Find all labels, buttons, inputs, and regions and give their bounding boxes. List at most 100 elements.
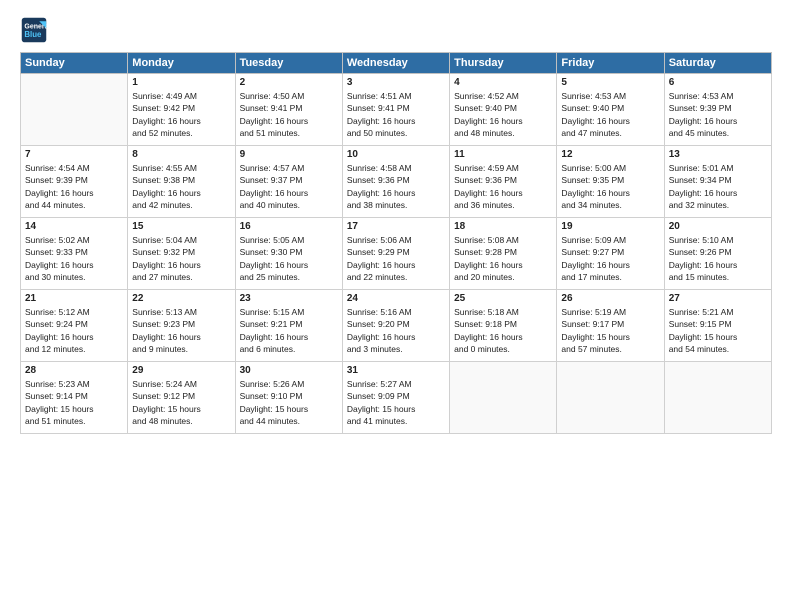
page: General Blue SundayMondayTuesdayWednesda… [0, 0, 792, 612]
day-number: 21 [25, 293, 123, 304]
calendar-cell: 12Sunrise: 5:00 AM Sunset: 9:35 PM Dayli… [557, 146, 664, 218]
day-info: Sunrise: 5:10 AM Sunset: 9:26 PM Dayligh… [669, 234, 767, 283]
day-number: 8 [132, 149, 230, 160]
calendar-cell: 10Sunrise: 4:58 AM Sunset: 9:36 PM Dayli… [342, 146, 449, 218]
calendar-cell [664, 362, 771, 434]
day-number: 7 [25, 149, 123, 160]
day-info: Sunrise: 5:15 AM Sunset: 9:21 PM Dayligh… [240, 306, 338, 355]
calendar-cell: 22 Sunrise: 5:13 AM Sunset: 9:23 PM Dayli… [128, 290, 235, 362]
day-number: 25 [454, 293, 552, 304]
day-number: 23 [240, 293, 338, 304]
day-number: 10 [347, 149, 445, 160]
calendar-cell [21, 74, 128, 146]
day-info: Sunrise: 5:19 AM Sunset: 9:17 PM Dayligh… [561, 306, 659, 355]
day-number: 1 [132, 77, 230, 88]
logo: General Blue [20, 16, 52, 44]
day-number: 4 [454, 77, 552, 88]
day-number: 15 [132, 221, 230, 232]
calendar-cell: 15 Sunrise: 5:04 AM Sunset: 9:32 PM Dayli… [128, 218, 235, 290]
calendar-cell: 9 Sunrise: 4:57 AM Sunset: 9:37 PM Daylig… [235, 146, 342, 218]
calendar-cell: 2Sunrise: 4:50 AM Sunset: 9:41 PM Daylig… [235, 74, 342, 146]
day-number: 9 [240, 149, 338, 160]
calendar-cell: 20 Sunrise: 5:10 AM Sunset: 9:26 PM Dayli… [664, 218, 771, 290]
day-info: Sunrise: 5:27 AM Sunset: 9:09 PM Dayligh… [347, 378, 445, 427]
day-info: Sunrise: 4:55 AM Sunset: 9:38 PM Dayligh… [132, 162, 230, 211]
calendar-week-4: 21 Sunrise: 5:12 AM Sunset: 9:24 PM Dayli… [21, 290, 772, 362]
calendar-cell: 28 Sunrise: 5:23 AM Sunset: 9:14 PM Dayli… [21, 362, 128, 434]
calendar-cell: 25 Sunrise: 5:18 AM Sunset: 9:18 PM Dayli… [450, 290, 557, 362]
day-info: Sunrise: 5:02 AM Sunset: 9:33 PM Dayligh… [25, 234, 123, 283]
day-number: 6 [669, 77, 767, 88]
day-number: 31 [347, 365, 445, 376]
day-info: Sunrise: 5:18 AM Sunset: 9:18 PM Dayligh… [454, 306, 552, 355]
day-number: 13 [669, 149, 767, 160]
weekday-header-row: SundayMondayTuesdayWednesdayThursdayFrid… [21, 53, 772, 74]
header: General Blue [20, 16, 772, 44]
day-info: Sunrise: 4:52 AM Sunset: 9:40 PM Dayligh… [454, 90, 552, 139]
calendar-week-3: 14 Sunrise: 5:02 AM Sunset: 9:33 PM Dayli… [21, 218, 772, 290]
day-number: 29 [132, 365, 230, 376]
day-info: Sunrise: 4:59 AM Sunset: 9:36 PM Dayligh… [454, 162, 552, 211]
calendar-cell: 17Sunrise: 5:06 AM Sunset: 9:29 PM Dayli… [342, 218, 449, 290]
calendar-cell: 30Sunrise: 5:26 AM Sunset: 9:10 PM Dayli… [235, 362, 342, 434]
day-number: 14 [25, 221, 123, 232]
weekday-header-monday: Monday [128, 53, 235, 74]
day-info: Sunrise: 5:13 AM Sunset: 9:23 PM Dayligh… [132, 306, 230, 355]
day-info: Sunrise: 5:12 AM Sunset: 9:24 PM Dayligh… [25, 306, 123, 355]
day-number: 27 [669, 293, 767, 304]
calendar-cell: 18 Sunrise: 5:08 AM Sunset: 9:28 PM Dayli… [450, 218, 557, 290]
day-info: Sunrise: 5:16 AM Sunset: 9:20 PM Dayligh… [347, 306, 445, 355]
weekday-header-tuesday: Tuesday [235, 53, 342, 74]
weekday-header-friday: Friday [557, 53, 664, 74]
calendar-cell: 8 Sunrise: 4:55 AM Sunset: 9:38 PM Daylig… [128, 146, 235, 218]
calendar-cell: 23 Sunrise: 5:15 AM Sunset: 9:21 PM Dayli… [235, 290, 342, 362]
calendar-week-2: 7 Sunrise: 4:54 AM Sunset: 9:39 PM Daylig… [21, 146, 772, 218]
weekday-header-thursday: Thursday [450, 53, 557, 74]
day-info: Sunrise: 5:04 AM Sunset: 9:32 PM Dayligh… [132, 234, 230, 283]
calendar-cell: 1 Sunrise: 4:49 AM Sunset: 9:42 PM Daylig… [128, 74, 235, 146]
day-number: 3 [347, 77, 445, 88]
day-number: 28 [25, 365, 123, 376]
calendar-cell: 14 Sunrise: 5:02 AM Sunset: 9:33 PM Dayli… [21, 218, 128, 290]
calendar-cell: 19Sunrise: 5:09 AM Sunset: 9:27 PM Dayli… [557, 218, 664, 290]
calendar-cell: 21 Sunrise: 5:12 AM Sunset: 9:24 PM Dayli… [21, 290, 128, 362]
day-info: Sunrise: 4:49 AM Sunset: 9:42 PM Dayligh… [132, 90, 230, 139]
calendar-table: SundayMondayTuesdayWednesdayThursdayFrid… [20, 52, 772, 434]
day-number: 11 [454, 149, 552, 160]
day-number: 5 [561, 77, 659, 88]
calendar-week-1: 1 Sunrise: 4:49 AM Sunset: 9:42 PM Daylig… [21, 74, 772, 146]
day-info: Sunrise: 4:53 AM Sunset: 9:39 PM Dayligh… [669, 90, 767, 139]
day-info: Sunrise: 4:51 AM Sunset: 9:41 PM Dayligh… [347, 90, 445, 139]
calendar-cell: 6 Sunrise: 4:53 AM Sunset: 9:39 PM Daylig… [664, 74, 771, 146]
day-info: Sunrise: 5:21 AM Sunset: 9:15 PM Dayligh… [669, 306, 767, 355]
calendar-cell [557, 362, 664, 434]
day-number: 16 [240, 221, 338, 232]
day-number: 30 [240, 365, 338, 376]
day-number: 20 [669, 221, 767, 232]
weekday-header-saturday: Saturday [664, 53, 771, 74]
day-number: 18 [454, 221, 552, 232]
day-info: Sunrise: 4:54 AM Sunset: 9:39 PM Dayligh… [25, 162, 123, 211]
day-number: 24 [347, 293, 445, 304]
calendar-cell: 29 Sunrise: 5:24 AM Sunset: 9:12 PM Dayli… [128, 362, 235, 434]
logo-icon: General Blue [20, 16, 48, 44]
day-info: Sunrise: 4:57 AM Sunset: 9:37 PM Dayligh… [240, 162, 338, 211]
svg-text:Blue: Blue [24, 30, 42, 39]
day-info: Sunrise: 5:24 AM Sunset: 9:12 PM Dayligh… [132, 378, 230, 427]
calendar-cell: 26 Sunrise: 5:19 AM Sunset: 9:17 PM Dayli… [557, 290, 664, 362]
calendar-cell: 16 Sunrise: 5:05 AM Sunset: 9:30 PM Dayli… [235, 218, 342, 290]
calendar-week-5: 28 Sunrise: 5:23 AM Sunset: 9:14 PM Dayli… [21, 362, 772, 434]
day-number: 2 [240, 77, 338, 88]
day-info: Sunrise: 5:05 AM Sunset: 9:30 PM Dayligh… [240, 234, 338, 283]
day-info: Sunrise: 5:23 AM Sunset: 9:14 PM Dayligh… [25, 378, 123, 427]
calendar-cell: 4 Sunrise: 4:52 AM Sunset: 9:40 PM Daylig… [450, 74, 557, 146]
day-number: 26 [561, 293, 659, 304]
day-info: Sunrise: 5:08 AM Sunset: 9:28 PM Dayligh… [454, 234, 552, 283]
calendar-cell: 5Sunrise: 4:53 AM Sunset: 9:40 PM Daylig… [557, 74, 664, 146]
day-number: 19 [561, 221, 659, 232]
calendar-cell [450, 362, 557, 434]
day-number: 22 [132, 293, 230, 304]
calendar-cell: 31 Sunrise: 5:27 AM Sunset: 9:09 PM Dayli… [342, 362, 449, 434]
day-info: Sunrise: 5:01 AM Sunset: 9:34 PM Dayligh… [669, 162, 767, 211]
day-info: Sunrise: 5:00 AM Sunset: 9:35 PM Dayligh… [561, 162, 659, 211]
